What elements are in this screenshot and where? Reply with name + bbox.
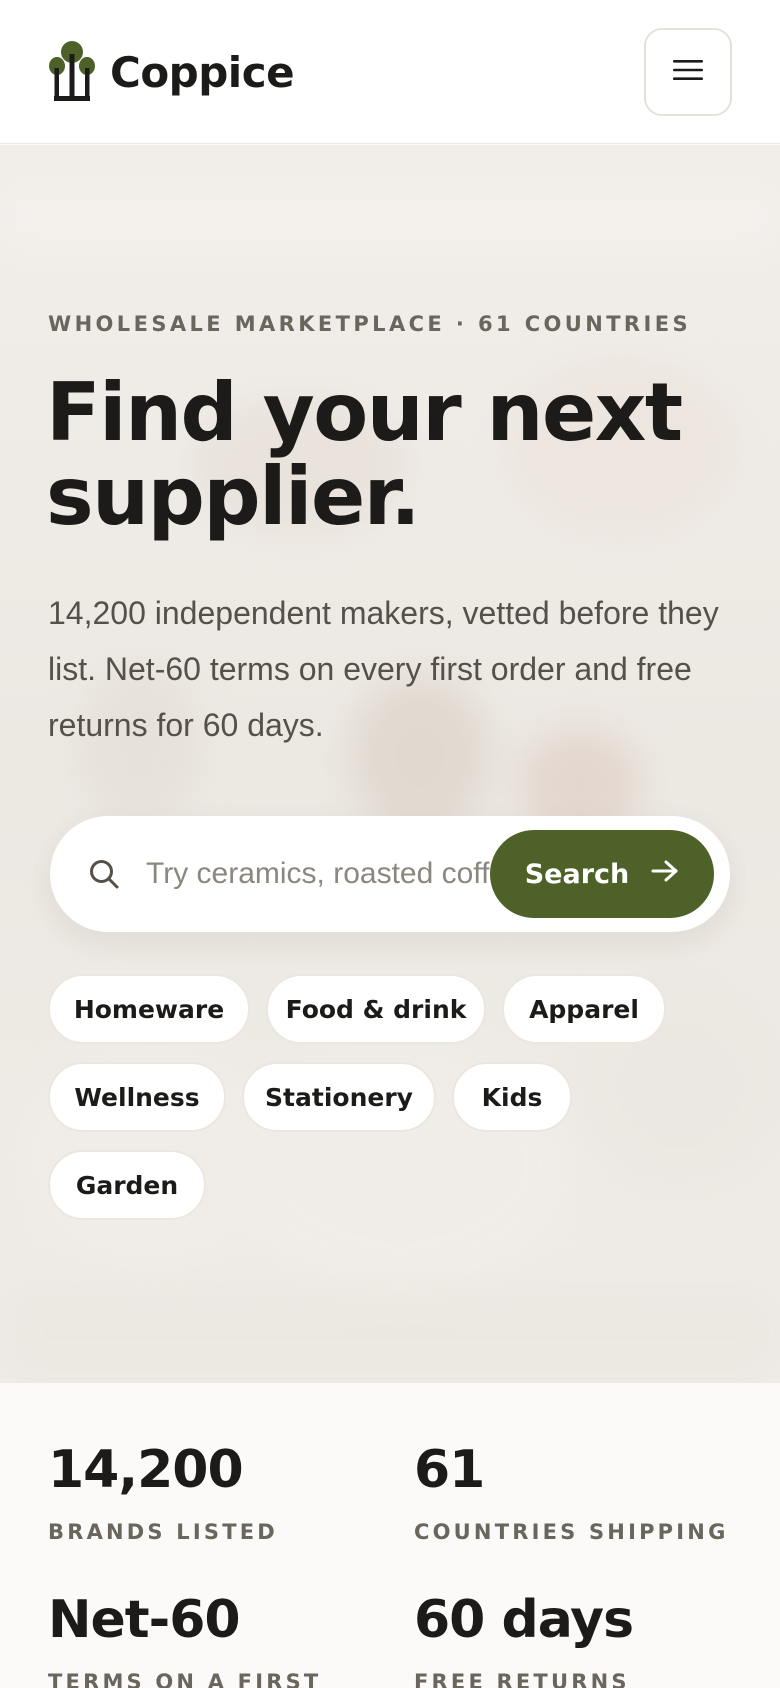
site-header: Coppice bbox=[0, 0, 780, 144]
hero-eyebrow: WHOLESALE MARKETPLACE · 61 COUNTRIES bbox=[48, 312, 691, 336]
stat-value-countries: 61 bbox=[414, 1440, 485, 1500]
hero-description: 14,200 independent makers, vetted before… bbox=[48, 595, 719, 743]
search-input[interactable] bbox=[146, 846, 520, 902]
stat-value-returns: 60 days bbox=[414, 1590, 634, 1650]
hero-headline: Find your next supplier. bbox=[46, 366, 683, 543]
search-bar: Search bbox=[50, 816, 730, 932]
hero-section: WHOLESALE MARKETPLACE · 61 COUNTRIES Fin… bbox=[0, 145, 780, 1383]
arrow-right-icon bbox=[651, 859, 679, 890]
category-chip-food-drink[interactable]: Food & drink bbox=[266, 974, 486, 1044]
menu-button[interactable] bbox=[644, 28, 732, 116]
tree-logo-icon bbox=[48, 40, 96, 104]
stat-label-brands: BRANDS LISTED bbox=[48, 1520, 278, 1544]
category-chip-homeware[interactable]: Homeware bbox=[48, 974, 250, 1044]
search-button[interactable]: Search bbox=[490, 830, 714, 918]
category-chip-garden[interactable]: Garden bbox=[48, 1150, 206, 1220]
stat-value-brands: 14,200 bbox=[48, 1440, 244, 1500]
stat-value-terms: Net-60 bbox=[48, 1590, 241, 1650]
stat-label-terms: TERMS ON A FIRST bbox=[48, 1670, 322, 1688]
search-button-label: Search bbox=[524, 858, 630, 890]
search-icon bbox=[88, 858, 120, 894]
category-chip-wellness[interactable]: Wellness bbox=[48, 1062, 226, 1132]
hamburger-menu-icon bbox=[672, 58, 704, 86]
stat-label-countries: COUNTRIES SHIPPING bbox=[414, 1520, 729, 1544]
category-chip-stationery[interactable]: Stationery bbox=[242, 1062, 436, 1132]
stats-section: 14,200 BRANDS LISTED 61 COUNTRIES SHIPPI… bbox=[0, 1384, 780, 1688]
stat-label-returns: FREE RETURNS bbox=[414, 1670, 630, 1688]
brand-logo[interactable]: Coppice bbox=[48, 40, 295, 104]
category-chip-kids[interactable]: Kids bbox=[452, 1062, 572, 1132]
category-chip-apparel[interactable]: Apparel bbox=[502, 974, 666, 1044]
brand-name: Coppice bbox=[110, 47, 295, 97]
